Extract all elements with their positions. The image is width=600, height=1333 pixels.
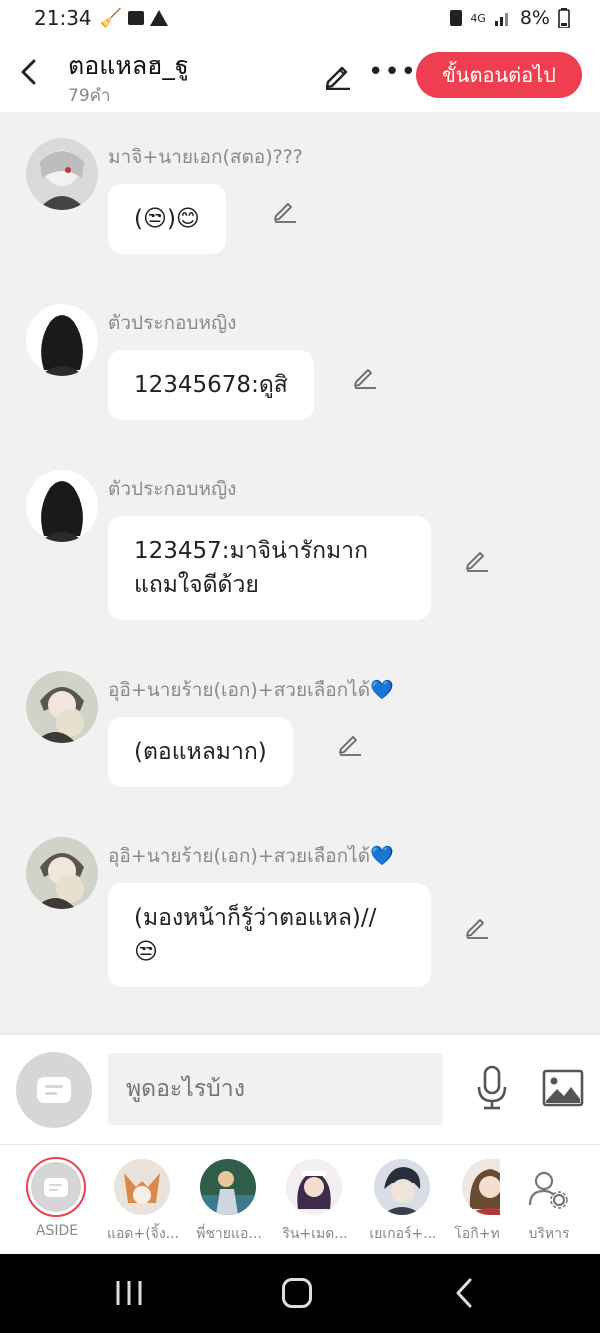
edit-message-icon[interactable] bbox=[272, 197, 298, 223]
system-navigation-bar bbox=[0, 1254, 600, 1333]
sender-name: อุอิ+นายร้าย(เอก)+สวยเลือกได้💙 bbox=[108, 679, 394, 701]
image-icon[interactable] bbox=[542, 1069, 584, 1107]
avatar[interactable] bbox=[26, 138, 98, 210]
tab-label: บริหาร bbox=[528, 1226, 570, 1242]
broom-icon: 🧹 bbox=[99, 7, 123, 29]
message-bubble[interactable]: (มองหน้าก็รู้ว่าตอแหล)// 😒 bbox=[108, 883, 431, 987]
avatar bbox=[200, 1159, 256, 1215]
sender-name: ตัวประกอบหญิง bbox=[108, 478, 237, 500]
tab-character[interactable]: พี่ชายแอ... bbox=[186, 1145, 272, 1255]
avatar[interactable] bbox=[26, 304, 98, 376]
recents-icon[interactable] bbox=[114, 1278, 144, 1308]
microphone-icon[interactable] bbox=[474, 1065, 510, 1111]
tab-aside[interactable]: ASIDE bbox=[14, 1145, 100, 1255]
tab-character[interactable]: ริน+เมด... bbox=[272, 1145, 358, 1255]
tab-manage[interactable]: บริหาร bbox=[506, 1145, 592, 1255]
sender-name: ตัวประกอบหญิง bbox=[108, 312, 237, 334]
edit-message-icon[interactable] bbox=[464, 913, 490, 939]
status-bar: 21:34 🧹 4G 8% bbox=[0, 0, 600, 36]
story-title[interactable]: ตอแหลฮ_ฐู bbox=[68, 46, 189, 86]
data-saver-icon bbox=[450, 10, 463, 26]
avatar bbox=[462, 1159, 500, 1215]
message-line: 😒 bbox=[134, 939, 158, 965]
edit-pencil-icon[interactable] bbox=[322, 58, 354, 90]
tab-character[interactable]: แอด+(จิ้ง... bbox=[100, 1145, 186, 1255]
edit-message-icon[interactable] bbox=[352, 363, 378, 389]
manage-user-gear-icon bbox=[528, 1171, 568, 1209]
home-icon[interactable] bbox=[282, 1278, 312, 1308]
back-arrow-icon[interactable] bbox=[14, 54, 44, 90]
tab-character[interactable]: เยเกอร์+... bbox=[360, 1145, 446, 1255]
next-step-button[interactable]: ขั้นตอนต่อไป bbox=[416, 52, 582, 98]
signal-icon bbox=[494, 13, 508, 26]
tab-label: ASIDE bbox=[35, 1223, 79, 1239]
network-type: 4G bbox=[470, 11, 486, 25]
message-input[interactable] bbox=[108, 1053, 443, 1125]
tab-label: แอด+(จิ้ง... bbox=[106, 1226, 180, 1242]
message-notification-icon bbox=[128, 11, 145, 25]
chat-bubble-icon bbox=[44, 1177, 68, 1197]
message-line: แถมใจดีด้วย bbox=[134, 572, 259, 598]
aside-ring bbox=[26, 1157, 86, 1217]
sender-name: มาจิ+นายเอก(สตอ)??? bbox=[108, 146, 303, 168]
tab-label: โอกิ+ท bbox=[454, 1226, 500, 1242]
avatar[interactable] bbox=[26, 671, 98, 743]
battery-icon bbox=[558, 8, 570, 28]
character-tab-bar: ASIDE แอด+(จิ้ง... พี่ชายแอ... ริน+เมด..… bbox=[0, 1144, 600, 1254]
top-bar: ตอแหลฮ_ฐู 79คำ ••• ขั้นตอนต่อไป bbox=[0, 36, 600, 112]
sender-name: อุอิ+นายร้าย(เอก)+สวยเลือกได้💙 bbox=[108, 845, 394, 867]
message-bubble[interactable]: (ตอแหลมาก) bbox=[108, 717, 293, 787]
warning-icon bbox=[150, 10, 169, 26]
avatar[interactable] bbox=[26, 837, 98, 909]
word-count: 79คำ bbox=[68, 86, 111, 106]
edit-message-icon[interactable] bbox=[464, 546, 490, 572]
tab-label: ริน+เมด... bbox=[282, 1226, 348, 1242]
avatar[interactable] bbox=[26, 470, 98, 542]
message-bubble[interactable]: 123457:มาจิน่ารักมาก แถมใจดีด้วย bbox=[108, 516, 431, 620]
chat-bubble-icon bbox=[37, 1077, 71, 1103]
message-line: (มองหน้าก็รู้ว่าตอแหล)// bbox=[134, 905, 377, 931]
avatar bbox=[374, 1159, 430, 1215]
composer bbox=[0, 1034, 600, 1144]
status-time: 21:34 bbox=[34, 6, 92, 30]
message-bubble[interactable]: 12345678:ดูสิ bbox=[108, 350, 314, 420]
tab-label: พี่ชายแอ... bbox=[196, 1226, 262, 1242]
aside-toggle-button[interactable] bbox=[16, 1052, 92, 1128]
system-back-icon[interactable] bbox=[450, 1274, 480, 1312]
avatar bbox=[286, 1159, 342, 1215]
message-bubble[interactable]: (😒)😊 bbox=[108, 184, 226, 254]
message-line: 123457:มาจิน่ารักมาก bbox=[134, 538, 369, 564]
battery-percent: 8% bbox=[519, 7, 550, 29]
edit-message-icon[interactable] bbox=[337, 730, 363, 756]
avatar bbox=[114, 1159, 170, 1215]
tab-label: เยเกอร์+... bbox=[369, 1226, 437, 1242]
more-options-icon[interactable]: ••• bbox=[368, 58, 416, 90]
